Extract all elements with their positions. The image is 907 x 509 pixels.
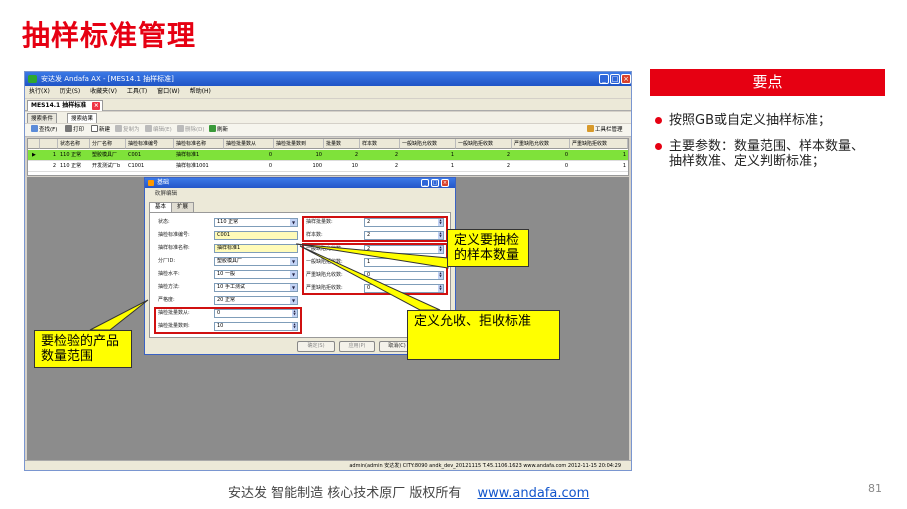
footer: 安达发 智能制造 核心技术原厂 版权所有 www.andafa.com: [228, 482, 589, 501]
footer-link[interactable]: www.andafa.com: [478, 486, 590, 501]
pointer-quantity-range: [89, 299, 149, 331]
key-point-item: 主要参数：数量范围、样本数量、抽样数准、定义判断标准；: [669, 139, 865, 169]
key-point-item: 按照GB或自定义抽样标准；: [669, 113, 831, 128]
footer-text: 安达发 智能制造 核心技术原厂 版权所有: [228, 486, 462, 501]
bullet-icon: [655, 143, 662, 150]
page-number: 81: [868, 482, 882, 495]
callout-quantity-range: 要检验的产品数量范围: [34, 330, 132, 368]
bullet-icon: [655, 117, 662, 124]
key-points-header: 要点: [650, 69, 885, 96]
callout-sample-count: 定义要抽检的样本数量: [447, 229, 529, 267]
callout-accept-reject: 定义允收、拒收标准: [407, 310, 560, 360]
